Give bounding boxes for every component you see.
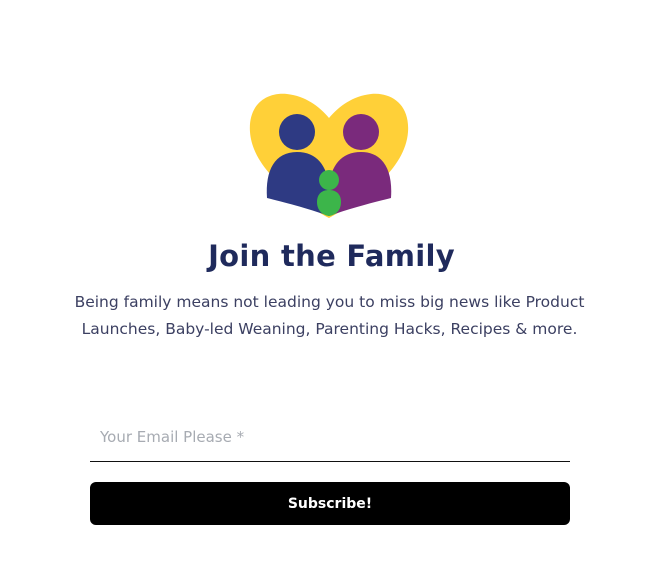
email-field[interactable] bbox=[90, 412, 570, 461]
email-field-wrapper bbox=[90, 412, 570, 462]
page-title: Join the Family bbox=[208, 239, 455, 273]
family-heart-icon bbox=[249, 93, 409, 218]
newsletter-card: Join the Family Being family means not l… bbox=[0, 0, 663, 576]
parent-left-head bbox=[279, 114, 315, 150]
subscribe-button[interactable]: Subscribe! bbox=[90, 482, 570, 525]
description-text: Being family means not leading you to mi… bbox=[74, 293, 585, 338]
parent-right-head bbox=[343, 114, 379, 150]
child-head bbox=[319, 170, 339, 190]
